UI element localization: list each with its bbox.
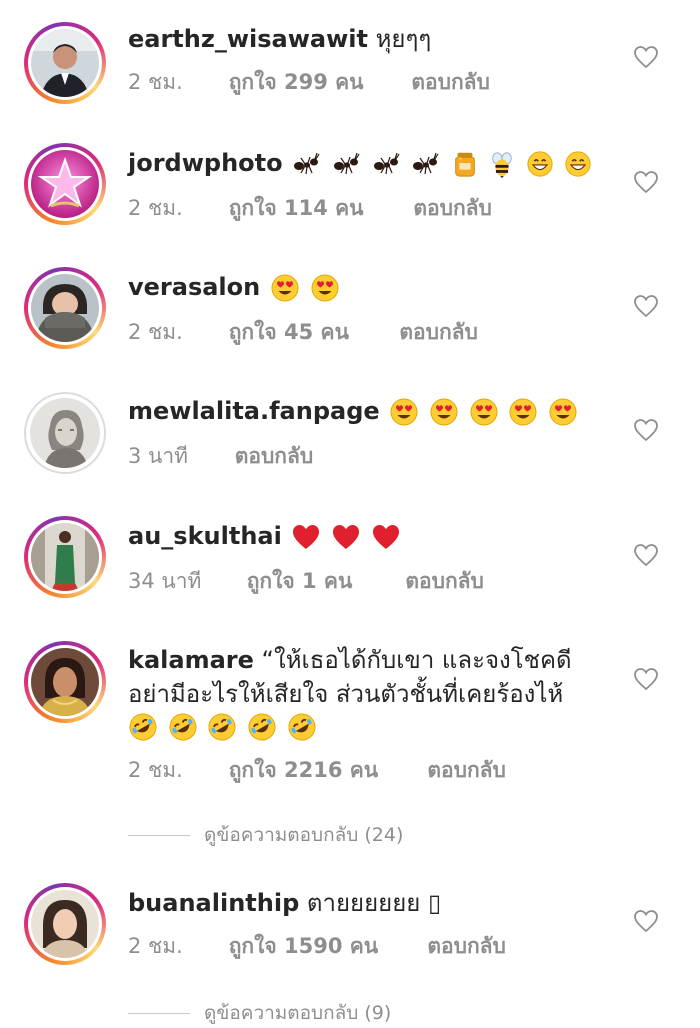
ant-emoji-icon [411, 150, 441, 178]
like-heart-icon[interactable] [633, 294, 659, 318]
comment-username[interactable]: kalamare [128, 646, 254, 674]
comment-username[interactable]: verasalon [128, 273, 260, 301]
comment-username[interactable]: buanalinthip [128, 889, 299, 917]
divider-line [128, 1013, 190, 1014]
comment-time: 34 นาที [128, 569, 202, 593]
likes-count[interactable]: ถูกใจ 1590 คน [229, 930, 421, 963]
comment-time: 2 ชม. [128, 320, 183, 344]
red-heart-emoji-icon [291, 523, 321, 551]
avatar[interactable] [24, 516, 106, 598]
like-heart-icon[interactable] [633, 170, 659, 194]
reply-button[interactable]: ตอบกลับ [427, 754, 506, 787]
comment-time: 3 นาที [128, 444, 189, 468]
grin-emoji-icon [564, 150, 592, 178]
avatar[interactable] [24, 641, 106, 723]
comment-meta: 2 ชม. ถูกใจ 1590 คน ตอบกลับ [128, 930, 506, 963]
avatar[interactable] [24, 883, 106, 965]
like-heart-icon[interactable] [633, 45, 659, 69]
honey-pot-emoji-icon [451, 150, 479, 178]
avatar-photo [31, 648, 99, 716]
like-heart-icon[interactable] [633, 667, 659, 691]
comment-meta: 2 ชม. ถูกใจ 299 คน ตอบกลับ [128, 66, 490, 99]
comment-text: หุยๆๆ [375, 25, 432, 53]
ant-emoji-icon [332, 150, 362, 178]
view-replies-link[interactable]: ดูข้อความตอบกลับ (9) [128, 998, 391, 1028]
rofl-emoji-icon [168, 712, 198, 742]
avatar-photo [30, 398, 100, 468]
heart-eyes-emoji-icon [508, 397, 538, 427]
avatar-photo [31, 29, 99, 97]
comment-time: 2 ชม. [128, 70, 183, 94]
comment-meta: 3 นาที ตอบกลับ [128, 440, 313, 473]
view-replies-link[interactable]: ดูข้อความตอบกลับ (24) [128, 820, 403, 850]
red-heart-emoji-icon [331, 523, 361, 551]
avatar-photo [31, 150, 99, 218]
heart-eyes-emoji-icon [270, 273, 300, 303]
rofl-emoji-icon [207, 712, 237, 742]
like-heart-icon[interactable] [633, 418, 659, 442]
likes-count[interactable]: ถูกใจ 1 คน [247, 565, 399, 598]
heart-eyes-emoji-icon [389, 397, 419, 427]
rofl-emoji-icon [128, 712, 158, 742]
comment-text-continued: อย่ามีอะไรให้เสียใจ ส่วนตัวชั้นที่เคยร้อ… [128, 680, 564, 708]
grin-emoji-icon [526, 150, 554, 178]
comment-time: 2 ชม. [128, 196, 183, 220]
view-replies-label: ดูข้อความตอบกลับ (9) [204, 1002, 392, 1024]
red-heart-emoji-icon [371, 523, 401, 551]
avatar[interactable] [24, 143, 106, 225]
avatar-photo [31, 890, 99, 958]
like-heart-icon[interactable] [633, 543, 659, 567]
comment-meta: 2 ชม. ถูกใจ 114 คน ตอบกลับ [128, 192, 492, 225]
comment-username[interactable]: au_skulthai [128, 522, 282, 550]
avatar-photo [31, 274, 99, 342]
heart-eyes-emoji-icon [469, 397, 499, 427]
ant-emoji-icon [372, 150, 402, 178]
comment-time: 2 ชม. [128, 934, 183, 958]
missing-glyph-icon: ▯ [427, 889, 442, 917]
ant-emoji-icon [292, 150, 322, 178]
likes-count[interactable]: ถูกใจ 45 คน [229, 316, 393, 349]
comment-username[interactable]: earthz_wisawawit [128, 25, 368, 53]
bee-emoji-icon [488, 150, 516, 178]
comment-text: ตายยยยยย [306, 889, 428, 917]
likes-count[interactable]: ถูกใจ 299 คน [229, 66, 405, 99]
comment-username[interactable]: mewlalita.fanpage [128, 397, 380, 425]
comment-username[interactable]: jordwphoto [128, 149, 283, 177]
reply-button[interactable]: ตอบกลับ [405, 565, 484, 598]
heart-eyes-emoji-icon [429, 397, 459, 427]
reply-button[interactable]: ตอบกลับ [411, 66, 490, 99]
comment-meta: 34 นาที ถูกใจ 1 คน ตอบกลับ [128, 565, 484, 598]
comment-time: 2 ชม. [128, 758, 183, 782]
heart-eyes-emoji-icon [548, 397, 578, 427]
avatar[interactable] [24, 267, 106, 349]
divider-line [128, 835, 190, 836]
comment-meta: 2 ชม. ถูกใจ 2216 คน ตอบกลับ [128, 754, 506, 787]
rofl-emoji-icon [247, 712, 277, 742]
avatar-photo [31, 523, 99, 591]
reply-button[interactable]: ตอบกลับ [427, 930, 506, 963]
heart-eyes-emoji-icon [310, 273, 340, 303]
avatar[interactable] [24, 22, 106, 104]
reply-button[interactable]: ตอบกลับ [399, 316, 478, 349]
reply-button[interactable]: ตอบกลับ [413, 192, 492, 225]
likes-count[interactable]: ถูกใจ 2216 คน [229, 754, 421, 787]
comment-meta: 2 ชม. ถูกใจ 45 คน ตอบกลับ [128, 316, 478, 349]
rofl-emoji-icon [287, 712, 317, 742]
avatar[interactable] [24, 392, 106, 474]
view-replies-label: ดูข้อความตอบกลับ (24) [204, 824, 404, 846]
likes-count[interactable]: ถูกใจ 114 คน [229, 192, 407, 225]
like-heart-icon[interactable] [633, 909, 659, 933]
comment-text: “ให้เธอได้กับเขา และจงโชคดี [261, 646, 572, 674]
reply-button[interactable]: ตอบกลับ [235, 440, 314, 473]
